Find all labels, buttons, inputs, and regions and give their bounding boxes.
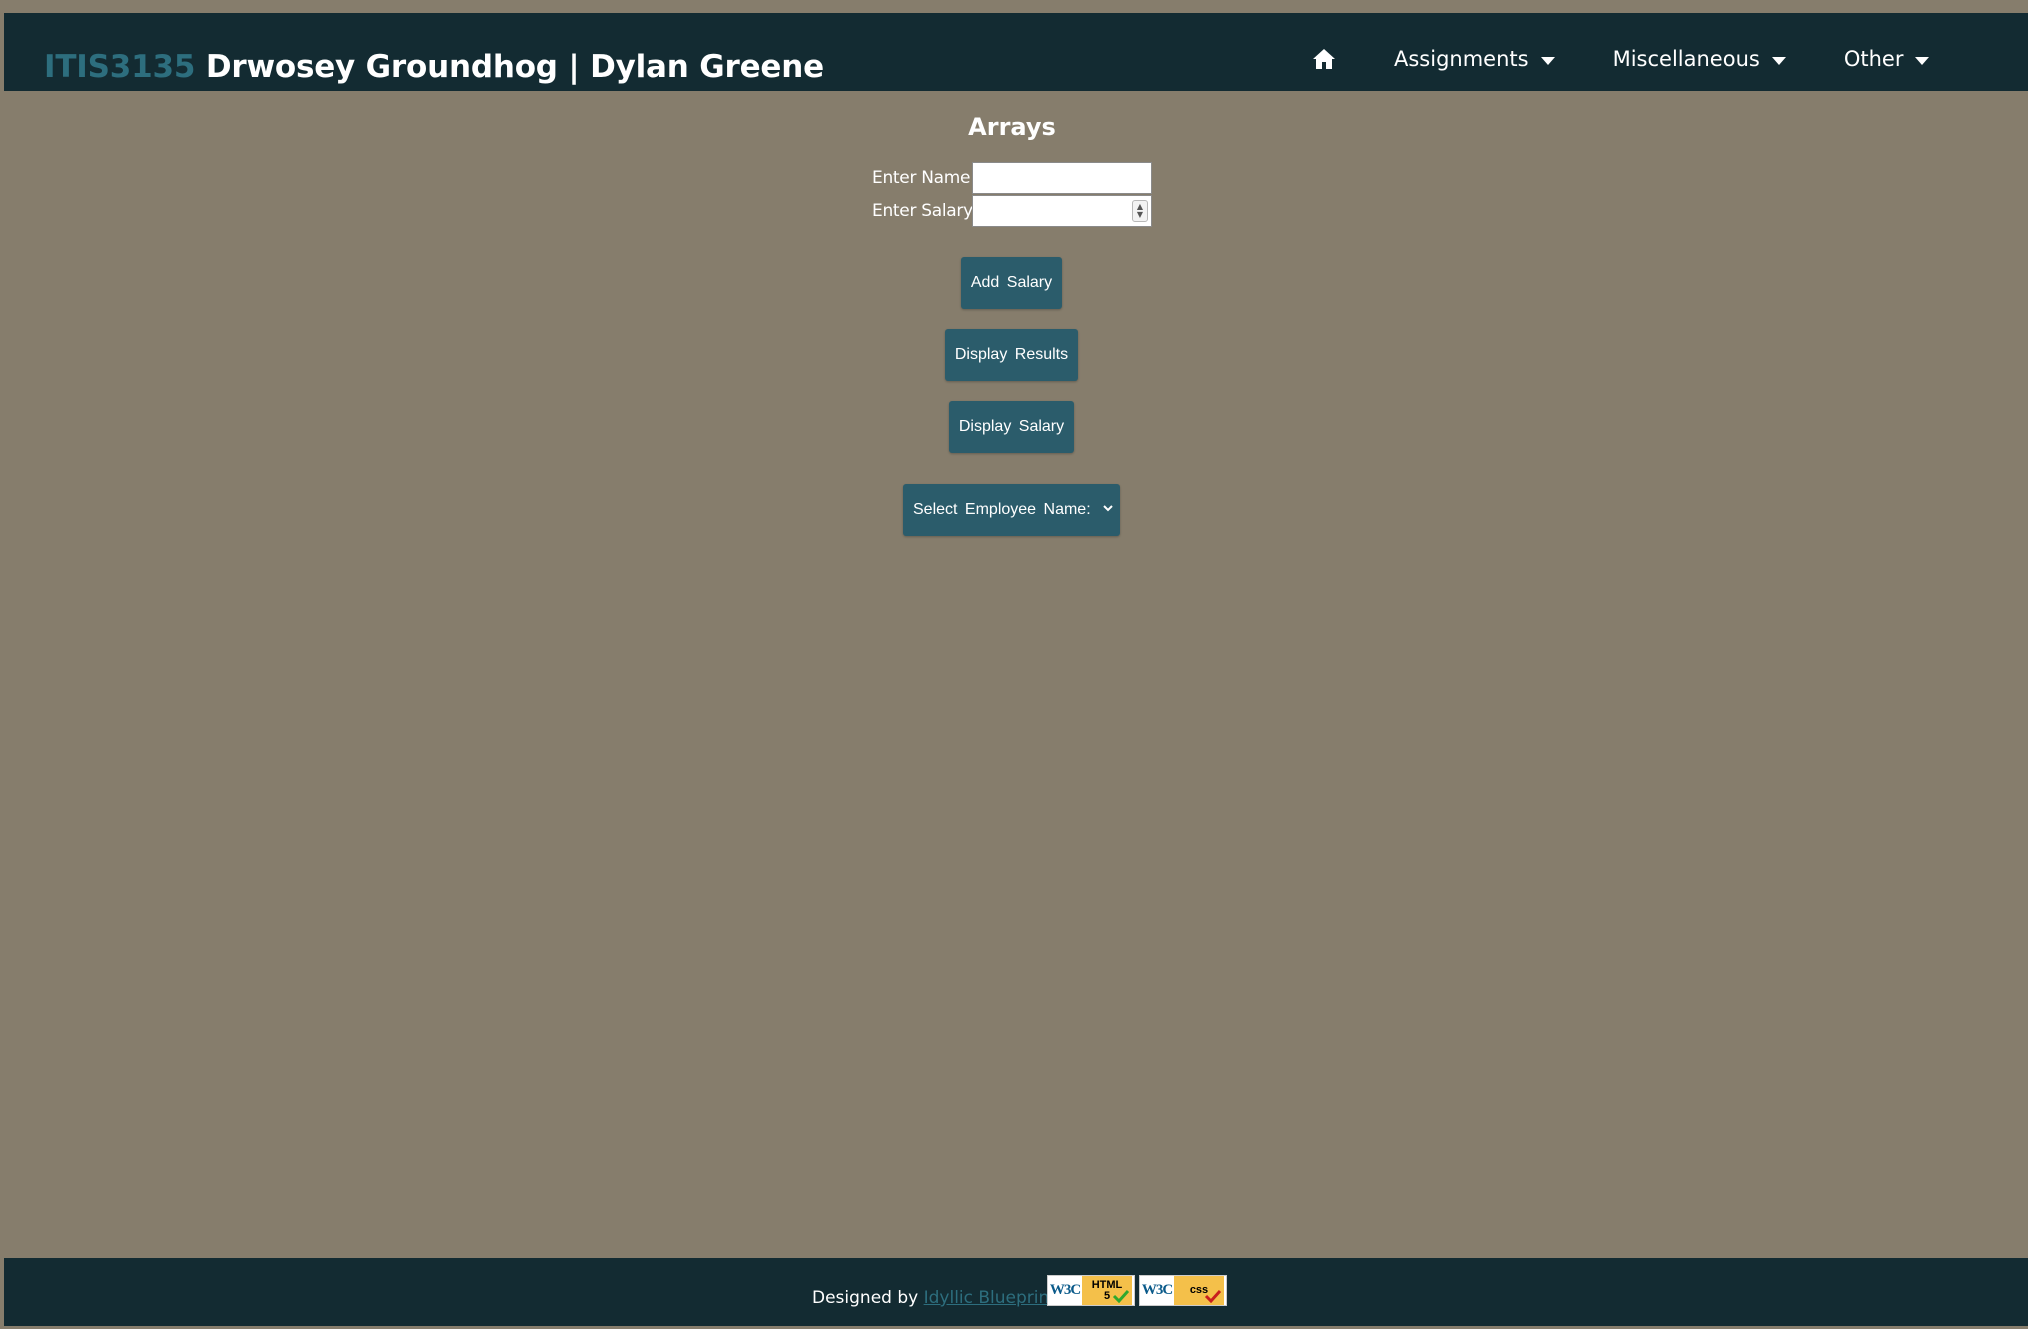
- nav-miscellaneous-label: Miscellaneous: [1612, 47, 1760, 71]
- checkmark-icon: [1204, 1289, 1222, 1303]
- caret-down-icon: [1771, 56, 1786, 65]
- chevron-down-icon: [1103, 505, 1113, 512]
- caret-down-icon: [1540, 56, 1555, 65]
- window-frame-top: [0, 0, 2028, 9]
- nav-assignments-label: Assignments: [1394, 47, 1529, 71]
- name-input[interactable]: [972, 162, 1152, 194]
- designer-link[interactable]: Idyllic Blueprint: [924, 1288, 1056, 1308]
- name-label: Enter Name:: [872, 168, 976, 188]
- caret-down-icon: [1915, 56, 1930, 65]
- salary-label: Enter Salary:: [872, 201, 978, 221]
- display-results-button[interactable]: Display Results: [945, 329, 1078, 381]
- page-title: Arrays: [968, 113, 1056, 141]
- css-badge-kind: css: [1174, 1276, 1224, 1305]
- w3c-html5-badge[interactable]: W3C HTML 5: [1047, 1275, 1135, 1306]
- site-header: ITIS3135 Drwosey Groundhog | Dylan Green…: [4, 13, 2028, 91]
- nav-other[interactable]: Other: [1844, 47, 1930, 71]
- footer-credit: Designed by Idyllic Blueprint: [812, 1288, 1056, 1308]
- site-title: Drwosey Groundhog | Dylan Greene: [205, 49, 824, 85]
- nav-assignments[interactable]: Assignments: [1394, 47, 1555, 71]
- nav-miscellaneous[interactable]: Miscellaneous: [1613, 47, 1786, 71]
- display-salary-button[interactable]: Display Salary: [949, 401, 1074, 453]
- main-content: Arrays Enter Name: Enter Salary: ▲ ▼ Add …: [0, 91, 2028, 1258]
- html-version: 5: [1103, 1289, 1111, 1302]
- salary-field-wrap: ▲ ▼: [972, 195, 1152, 227]
- number-stepper-icon[interactable]: ▲ ▼: [1132, 200, 1148, 222]
- w3c-logo: W3C: [1048, 1276, 1082, 1305]
- salary-row: Enter Salary: ▲ ▼: [872, 195, 1152, 227]
- employee-select-label: Select Employee Name:: [913, 501, 1091, 518]
- site-footer: Designed by Idyllic Blueprint W3C HTML 5…: [4, 1258, 2028, 1329]
- employee-name-select[interactable]: Select Employee Name:: [903, 484, 1120, 536]
- name-row: Enter Name:: [872, 162, 1152, 194]
- home-icon: [1313, 49, 1335, 69]
- designed-by-label: Designed by: [812, 1288, 919, 1308]
- main-nav: Assignments Miscellaneous Other: [1304, 39, 1987, 79]
- course-code: ITIS3135: [44, 49, 196, 85]
- add-salary-button[interactable]: Add Salary: [961, 257, 1062, 309]
- nav-other-label: Other: [1843, 47, 1904, 71]
- nav-home-link[interactable]: [1304, 39, 1344, 79]
- salary-input[interactable]: [972, 195, 1152, 227]
- checkmark-icon: [1112, 1289, 1130, 1303]
- w3c-css-badge[interactable]: W3C css: [1139, 1275, 1227, 1306]
- w3c-logo: W3C: [1140, 1276, 1174, 1305]
- html5-badge-kind: HTML 5: [1082, 1276, 1132, 1305]
- site-brand[interactable]: ITIS3135 Drwosey Groundhog | Dylan Green…: [44, 49, 824, 85]
